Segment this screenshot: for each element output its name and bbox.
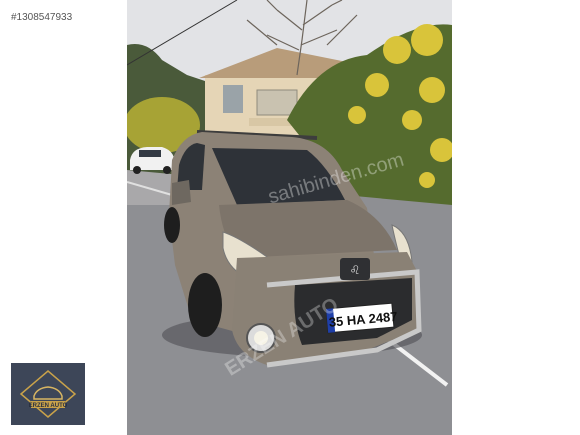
dealer-logo[interactable]: ERZEN AUTO xyxy=(11,363,85,425)
dealer-logo-text: ERZEN AUTO xyxy=(29,403,68,409)
dealer-logo-drawing: ERZEN AUTO xyxy=(11,363,85,425)
vehicle-photo[interactable]: ♌ 35 HA 2487 sahibinden.com ERZEN AUTO xyxy=(127,0,452,435)
svg-text:♌: ♌ xyxy=(350,263,361,277)
vehicle-photo-drawing: ♌ 35 HA 2487 sahibinden.com ERZEN AUTO xyxy=(127,0,452,435)
parked-white-car xyxy=(130,147,174,174)
listing-id: #1308547933 xyxy=(11,12,73,23)
